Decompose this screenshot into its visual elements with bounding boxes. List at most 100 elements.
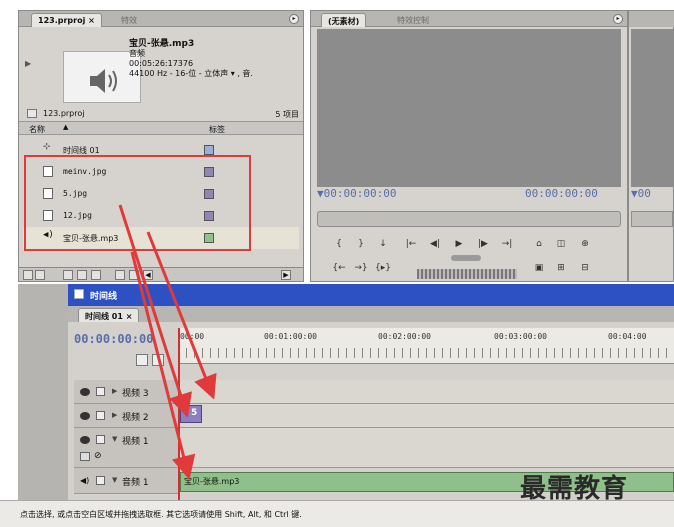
collapse-icon[interactable]: ▼	[112, 476, 117, 484]
speaker-toggle-icon[interactable]: ◀)	[80, 476, 89, 485]
ruler-label: 00:00	[180, 332, 205, 341]
ruler-label: 00:01:00:00	[264, 332, 317, 341]
track-video2[interactable]	[180, 404, 674, 428]
track-header-video1[interactable]: ▼ 视频 1 ⊘	[74, 428, 178, 468]
clip-label: 宝贝-张悬.mp3	[184, 477, 240, 486]
project-name: 123.prproj	[43, 109, 85, 118]
delete-icon[interactable]	[129, 270, 139, 280]
program-tabbar	[629, 11, 674, 27]
playhead[interactable]	[178, 328, 180, 500]
step-back-button[interactable]: ◀|	[427, 237, 443, 251]
display-style-icon[interactable]	[80, 452, 90, 461]
snap-icon[interactable]	[136, 354, 148, 366]
panel-menu-icon[interactable]: ▸	[613, 14, 623, 24]
program-monitor-panel: ▼00	[628, 10, 674, 282]
col-name-header[interactable]: 名称	[29, 124, 45, 135]
panel-menu-icon[interactable]: ▸	[289, 14, 299, 24]
insert-button[interactable]: ▣	[531, 261, 547, 275]
status-text: 点击选择, 或点击空白区域并拖拽选取框. 其它选项请使用 Shift, Alt,…	[20, 510, 302, 519]
clip-image-5[interactable]: 5	[180, 405, 202, 423]
expand-icon[interactable]: ▶	[112, 411, 117, 419]
clip-format: 44100 Hz - 16-位 - 立体声 ▾ , 音.	[129, 69, 253, 78]
safe-margins-button[interactable]: ◫	[553, 237, 569, 251]
goto-out-point-button[interactable]: →}	[353, 261, 369, 275]
eye-icon[interactable]	[80, 412, 90, 420]
track-video3[interactable]	[180, 380, 674, 404]
list-view-icon[interactable]	[23, 270, 33, 280]
timeline-timecode[interactable]: 00:00:00:00	[74, 332, 153, 346]
monitor-screen	[317, 29, 621, 187]
sequence-icon: ⊹	[43, 142, 51, 152]
tab-sequence-01[interactable]: 时间线 01 ×	[78, 308, 140, 322]
tab-project[interactable]: 123.prproj ×	[31, 13, 102, 27]
collapse-icon[interactable]: ▼	[112, 435, 117, 443]
program-screen	[631, 29, 673, 187]
output-button[interactable]: ⊕	[577, 237, 593, 251]
find-icon[interactable]	[77, 270, 87, 280]
expand-icon[interactable]: ▶	[112, 387, 117, 395]
bin-icon[interactable]	[91, 270, 101, 280]
track-name: 视频 2	[122, 413, 149, 423]
goto-in-point-button[interactable]: {←	[331, 261, 347, 275]
track-name: 视频 3	[122, 389, 149, 399]
icon-view-icon[interactable]	[35, 270, 45, 280]
source-duration: 00:00:00:00	[525, 187, 598, 200]
tab-effect-controls[interactable]: 特效控制	[391, 13, 435, 27]
tab-effects[interactable]: 特效	[115, 13, 143, 27]
program-scrub-bar[interactable]	[631, 211, 673, 227]
clip-duration: 00:05:26:17376	[129, 59, 194, 68]
set-marker-button[interactable]: ↓	[375, 237, 391, 251]
lock-icon[interactable]	[96, 476, 105, 485]
track-name: 视频 1	[122, 437, 149, 447]
source-timecode[interactable]: ▼00:00:00:00	[317, 187, 396, 200]
automate-icon[interactable]	[63, 270, 73, 280]
step-forward-button[interactable]: |▶	[475, 237, 491, 251]
timeline-title: 时间线	[90, 292, 118, 302]
overlay-button[interactable]: ⊞	[553, 261, 569, 275]
track-header-video2[interactable]: ▶ 视频 2	[74, 404, 178, 428]
play-button[interactable]: ▶	[451, 237, 467, 251]
goto-in-button[interactable]: |←	[403, 237, 419, 251]
loop-button[interactable]: ⌂	[531, 237, 547, 251]
timeline-titlebar: 时间线	[68, 284, 674, 306]
project-file-icon	[27, 109, 37, 118]
speaker-icon	[90, 69, 117, 93]
scroll-left-icon[interactable]: ◀	[143, 270, 153, 280]
col-label-header[interactable]: 标签	[209, 124, 225, 135]
clip-label: 5	[191, 408, 198, 418]
timeline-tabbar: 时间线 01 ×	[68, 306, 674, 322]
eye-icon[interactable]	[80, 388, 90, 396]
sort-asc-icon: ▲	[63, 123, 69, 131]
goto-out-button[interactable]: →|	[499, 237, 515, 251]
timeline-icon	[74, 289, 84, 299]
jog-wheel[interactable]	[417, 269, 517, 279]
new-item-icon[interactable]	[115, 270, 125, 280]
item-count: 5 项目	[275, 110, 299, 119]
highlight-box	[24, 155, 251, 251]
track-name: 音频 1	[122, 478, 149, 488]
mark-out-button[interactable]: }	[353, 237, 369, 251]
program-timecode[interactable]: ▼00	[631, 187, 651, 200]
thumb-nav-icon[interactable]: ▶	[25, 59, 31, 68]
tab-source[interactable]: (无素材)	[321, 13, 367, 27]
time-ruler[interactable]: 00:00 00:01:00:00 00:02:00:00 00:03:00:0…	[178, 328, 674, 364]
lock-icon[interactable]	[96, 435, 105, 444]
keyframe-icon[interactable]: ⊘	[94, 451, 102, 461]
project-tabbar: 123.prproj × 特效 ▸	[19, 11, 303, 27]
shuttle-slider[interactable]	[451, 255, 481, 261]
export-frame-button[interactable]: ⊟	[577, 261, 593, 275]
mark-in-button[interactable]: {	[331, 237, 347, 251]
track-header-audio1[interactable]: ◀) ▼ 音频 1	[74, 468, 178, 494]
lock-icon[interactable]	[96, 387, 105, 396]
monitor-controls-row1: { } ↓ |← ◀| ▶ |▶ →| ⌂ ◫ ⊕	[331, 237, 621, 253]
ruler-label: 00:03:00:00	[494, 332, 547, 341]
eye-icon[interactable]	[80, 436, 90, 444]
play-in-to-out-button[interactable]: {▸}	[375, 261, 391, 275]
monitor-scrub-bar[interactable]	[317, 211, 621, 227]
track-header-video3[interactable]: ▶ 视频 3	[74, 380, 178, 404]
track-video1[interactable]	[180, 428, 674, 468]
ruler-ticks	[178, 348, 674, 358]
marker-icon[interactable]	[152, 354, 164, 366]
lock-icon[interactable]	[96, 411, 105, 420]
scroll-right-icon[interactable]: ▶	[281, 270, 291, 280]
